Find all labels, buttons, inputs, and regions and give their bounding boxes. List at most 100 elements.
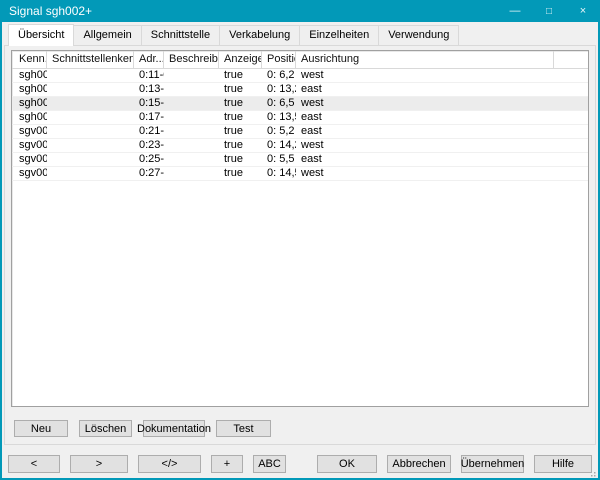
cell-ausrichtung: east (296, 125, 554, 138)
cell-kennung: sgh002+ (12, 97, 47, 110)
cell-anzeigen: true (219, 139, 262, 152)
minimize-button[interactable]: — (498, 0, 532, 22)
tab-bar: Übersicht Allgemein Schnittstelle Verkab… (8, 24, 458, 46)
cell-beschreibung (164, 97, 219, 110)
new-button[interactable]: Neu (14, 420, 68, 437)
cell-filler (554, 125, 588, 138)
cell-anzeigen: true (219, 83, 262, 96)
cell-anzeigen: true (219, 153, 262, 166)
tab-allgemein[interactable]: Allgemein (73, 25, 141, 46)
cell-kennung: sgv002- (12, 167, 47, 180)
cell-position: 0: 5,5 (262, 153, 296, 166)
maximize-icon: □ (546, 6, 552, 17)
cell-schnittstellenkennung (47, 139, 134, 152)
table-row-selected[interactable]: sgh002+ 0:15-0 true 0: 6,5 west (12, 97, 588, 111)
cell-beschreibung (164, 111, 219, 124)
code-button[interactable]: </> (138, 455, 201, 473)
plus-button[interactable]: + (211, 455, 243, 473)
cell-position: 0: 14,5 (262, 167, 296, 180)
cell-anzeigen: true (219, 97, 262, 110)
test-button[interactable]: Test (216, 420, 271, 437)
close-button[interactable]: × (566, 0, 600, 22)
table-row[interactable]: sgv001- 0:23-0 true 0: 14,2 west (12, 139, 588, 153)
cell-anzeigen: true (219, 69, 262, 82)
cell-adresse: 0:21-0 (134, 125, 164, 138)
cell-ausrichtung: west (296, 139, 554, 152)
titlebar[interactable]: Signal sgh002+ — □ × (0, 0, 600, 22)
cell-kennung: sgv001+ (12, 125, 47, 138)
documentation-button[interactable]: Dokumentation (143, 420, 205, 437)
cell-adresse: 0:23-0 (134, 139, 164, 152)
cell-schnittstellenkennung (47, 125, 134, 138)
tab-verwendung[interactable]: Verwendung (378, 25, 459, 46)
column-header-beschreibung[interactable]: Beschreibung (164, 51, 219, 68)
cell-schnittstellenkennung (47, 97, 134, 110)
tab-verkabelung[interactable]: Verkabelung (219, 25, 300, 46)
maximize-button[interactable]: □ (532, 0, 566, 22)
cell-schnittstellenkennung (47, 83, 134, 96)
abc-button[interactable]: ABC (253, 455, 286, 473)
cell-ausrichtung: west (296, 97, 554, 110)
cell-filler (554, 139, 588, 152)
table-row[interactable]: sgv001+ 0:21-0 true 0: 5,2 east (12, 125, 588, 139)
cell-adresse: 0:27-0 (134, 167, 164, 180)
table-row[interactable]: sgh002- 0:17-0 true 0: 13,5 east (12, 111, 588, 125)
cell-position: 0: 13,2 (262, 83, 296, 96)
table-row[interactable]: sgv002+ 0:25-0 true 0: 5,5 east (12, 153, 588, 167)
cell-schnittstellenkennung (47, 69, 134, 82)
dialog-window: Signal sgh002+ — □ × Übersicht Allgemein… (0, 0, 600, 480)
cell-adresse: 0:11-0 (134, 69, 164, 82)
column-header-ausrichtung[interactable]: Ausrichtung (296, 51, 554, 68)
resize-grip-icon[interactable] (587, 467, 596, 476)
prev-button[interactable]: < (8, 455, 60, 473)
ok-button[interactable]: OK (317, 455, 377, 473)
cell-position: 0: 14,2 (262, 139, 296, 152)
cell-kennung: sgh001- (12, 83, 47, 96)
apply-button[interactable]: Übernehmen (461, 455, 524, 473)
signal-table: Kenn... Schnittstellenkennung Adr... Bes… (11, 50, 589, 407)
cell-beschreibung (164, 69, 219, 82)
cell-kennung: sgh002- (12, 111, 47, 124)
cell-schnittstellenkennung (47, 111, 134, 124)
cell-beschreibung (164, 125, 219, 138)
table-row[interactable]: sgv002- 0:27-0 true 0: 14,5 west (12, 167, 588, 181)
table-row[interactable]: sgh001- 0:13-0 true 0: 13,2 east (12, 83, 588, 97)
cell-beschreibung (164, 139, 219, 152)
cell-adresse: 0:17-0 (134, 111, 164, 124)
cell-filler (554, 167, 588, 180)
cell-anzeigen: true (219, 167, 262, 180)
help-button[interactable]: Hilfe (534, 455, 592, 473)
cell-filler (554, 111, 588, 124)
table-row[interactable]: sgh001+ 0:11-0 true 0: 6,2 west (12, 69, 588, 83)
column-header-anzeigen[interactable]: Anzeigen (219, 51, 262, 68)
cell-beschreibung (164, 83, 219, 96)
close-icon: × (580, 5, 586, 17)
cell-ausrichtung: east (296, 83, 554, 96)
cell-position: 0: 6,2 (262, 69, 296, 82)
tab-schnittstelle[interactable]: Schnittstelle (141, 25, 220, 46)
cell-anzeigen: true (219, 125, 262, 138)
column-header-adresse[interactable]: Adr... (134, 51, 164, 68)
delete-button[interactable]: Löschen (79, 420, 132, 437)
cell-kennung: sgh001+ (12, 69, 47, 82)
cell-ausrichtung: west (296, 69, 554, 82)
next-button[interactable]: > (70, 455, 128, 473)
cell-position: 0: 6,5 (262, 97, 296, 110)
column-header-schnittstellenkennung[interactable]: Schnittstellenkennung (47, 51, 134, 68)
cell-beschreibung (164, 153, 219, 166)
bottom-button-bar: < > </> + ABC OK Abbrechen Übernehmen Hi… (8, 455, 592, 473)
cell-ausrichtung: west (296, 167, 554, 180)
column-header-kennung[interactable]: Kenn... (12, 51, 47, 68)
cell-kennung: sgv002+ (12, 153, 47, 166)
tab-uebersicht[interactable]: Übersicht (8, 24, 74, 46)
column-header-position[interactable]: Position (262, 51, 296, 68)
cell-schnittstellenkennung (47, 153, 134, 166)
table-header: Kenn... Schnittstellenkennung Adr... Bes… (12, 51, 588, 69)
cell-adresse: 0:15-0 (134, 97, 164, 110)
cancel-button[interactable]: Abbrechen (387, 455, 451, 473)
tab-einzelheiten[interactable]: Einzelheiten (299, 25, 379, 46)
cell-ausrichtung: east (296, 111, 554, 124)
cell-filler (554, 153, 588, 166)
column-header-filler (554, 51, 588, 68)
cell-beschreibung (164, 167, 219, 180)
